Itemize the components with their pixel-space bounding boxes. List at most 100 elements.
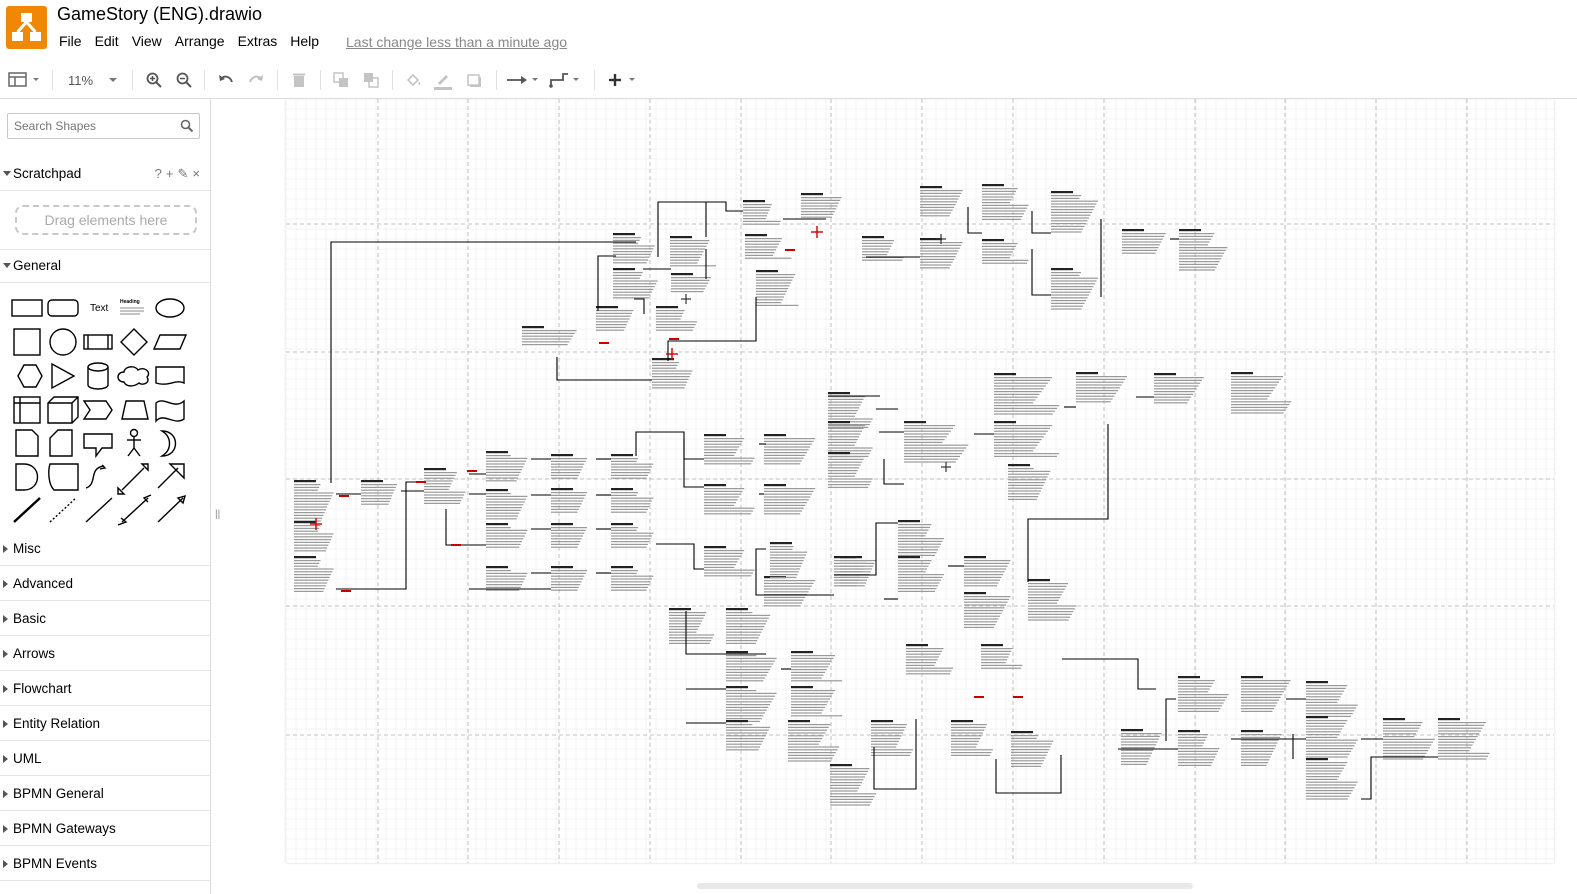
sidebar-splitter[interactable]: || xyxy=(211,99,223,894)
format-panel-button[interactable] xyxy=(6,68,44,92)
scratchpad-drop-zone[interactable]: Drag elements here xyxy=(15,205,197,235)
node-text-line xyxy=(726,626,765,628)
last-change-link[interactable]: Last change less than a minute ago xyxy=(346,34,567,50)
section-flowchart[interactable]: Flowchart xyxy=(0,672,210,706)
section-arrows[interactable]: Arrows xyxy=(0,637,210,671)
node-text-line xyxy=(611,541,650,543)
splitter-grip-icon[interactable]: || xyxy=(215,509,220,520)
node-title xyxy=(828,392,850,395)
node-text-line xyxy=(951,738,981,740)
node-text-line xyxy=(791,677,822,679)
node-text-line xyxy=(828,464,861,466)
section-bpmn-gateways[interactable]: BPMN Gateways xyxy=(0,812,210,846)
menu-help[interactable]: Help xyxy=(290,33,319,51)
rectangle-shape xyxy=(11,299,43,317)
section-basic[interactable]: Basic xyxy=(0,602,210,636)
node-title xyxy=(1179,229,1201,232)
node-text-line xyxy=(726,617,769,619)
section-uml[interactable]: UML xyxy=(0,742,210,776)
node-text-line xyxy=(964,565,1008,567)
node-text-line xyxy=(828,410,858,412)
search-icon[interactable] xyxy=(180,119,194,133)
node-text-line xyxy=(1051,211,1092,213)
node-text-line xyxy=(964,579,1000,581)
close-icon[interactable]: × xyxy=(192,166,200,182)
diagram-drawing[interactable] xyxy=(286,99,1554,863)
node-text-line xyxy=(294,547,328,549)
insert-dropdown[interactable] xyxy=(604,68,640,92)
add-icon[interactable]: + xyxy=(166,166,174,182)
to-back-button[interactable] xyxy=(360,68,382,92)
node-text-line xyxy=(764,449,809,451)
node-text-line xyxy=(1438,738,1476,740)
diagram-canvas[interactable] xyxy=(223,99,1577,894)
line-color-button[interactable] xyxy=(432,68,454,92)
node-text-line xyxy=(981,664,1023,666)
zoom-dropdown[interactable]: 11% xyxy=(62,68,122,92)
node-text-line xyxy=(1179,252,1225,254)
node-text-line xyxy=(756,274,796,276)
node-text-line xyxy=(726,704,770,706)
menu-arrange[interactable]: Arrange xyxy=(175,33,225,51)
node-text-line xyxy=(788,754,835,756)
node-text-line xyxy=(551,546,578,548)
node-text-line xyxy=(920,198,959,200)
zoom-in-button[interactable] xyxy=(143,68,165,92)
node-text-line xyxy=(486,460,527,462)
node-text-line xyxy=(951,746,977,748)
node-text-line xyxy=(704,572,753,574)
help-icon[interactable]: ? xyxy=(155,166,162,182)
search-box[interactable] xyxy=(7,113,200,139)
waypoints-dropdown[interactable] xyxy=(548,68,584,92)
menu-view[interactable]: View xyxy=(132,33,162,51)
section-bpmn-events[interactable]: BPMN Events xyxy=(0,847,210,881)
node-title xyxy=(522,326,544,329)
node-text-line xyxy=(828,401,863,403)
fill-color-button[interactable] xyxy=(402,68,424,92)
node-text-line xyxy=(726,640,758,642)
node-text-line xyxy=(906,659,938,661)
section-scratchpad[interactable]: Scratchpad ? + ✎ × xyxy=(0,157,210,191)
node-text-line xyxy=(726,715,764,717)
diagram-page[interactable] xyxy=(286,99,1554,863)
horizontal-scrollbar[interactable] xyxy=(697,883,1193,889)
node-text-line xyxy=(828,444,855,446)
section-general[interactable]: General xyxy=(0,249,210,283)
node-text-line xyxy=(486,578,525,580)
node-text-line xyxy=(486,463,525,465)
undo-button[interactable] xyxy=(215,68,237,92)
node-text-line xyxy=(1008,496,1039,498)
section-bpmn-general[interactable]: BPMN General xyxy=(0,777,210,811)
node-text-line xyxy=(743,209,770,211)
document-title[interactable]: GameStory (ENG).drawio xyxy=(57,4,262,25)
redo-button[interactable] xyxy=(245,68,267,92)
shadow-button[interactable] xyxy=(463,68,485,92)
menu-extras[interactable]: Extras xyxy=(238,33,278,51)
delete-button[interactable] xyxy=(288,68,310,92)
node-text-line xyxy=(756,276,794,278)
menu-edit[interactable]: Edit xyxy=(95,33,119,51)
drawio-logo[interactable] xyxy=(6,6,47,49)
search-input[interactable] xyxy=(14,119,174,133)
chevron-down-icon xyxy=(3,263,11,268)
node-text-line xyxy=(745,240,781,242)
edit-icon[interactable]: ✎ xyxy=(178,166,189,182)
node-text-line xyxy=(486,584,522,586)
node-text-line xyxy=(486,589,520,591)
section-advanced[interactable]: Advanced xyxy=(0,567,210,601)
node-text-line xyxy=(840,576,869,578)
node-text-line xyxy=(745,243,779,245)
menu-file[interactable]: File xyxy=(59,33,82,51)
zoom-out-button[interactable] xyxy=(173,68,195,92)
section-misc[interactable]: Misc xyxy=(0,532,210,566)
node-text-line xyxy=(1121,763,1147,765)
node-title xyxy=(294,521,316,524)
node-text-line xyxy=(1383,758,1424,760)
node-text-line xyxy=(704,558,740,560)
section-entity-relation[interactable]: Entity Relation xyxy=(0,707,210,741)
connection-style-dropdown[interactable] xyxy=(505,68,541,92)
to-front-button[interactable] xyxy=(330,68,352,92)
node-text-line xyxy=(1008,473,1049,475)
node-text-line xyxy=(1306,685,1348,687)
node-text-line xyxy=(791,674,824,676)
